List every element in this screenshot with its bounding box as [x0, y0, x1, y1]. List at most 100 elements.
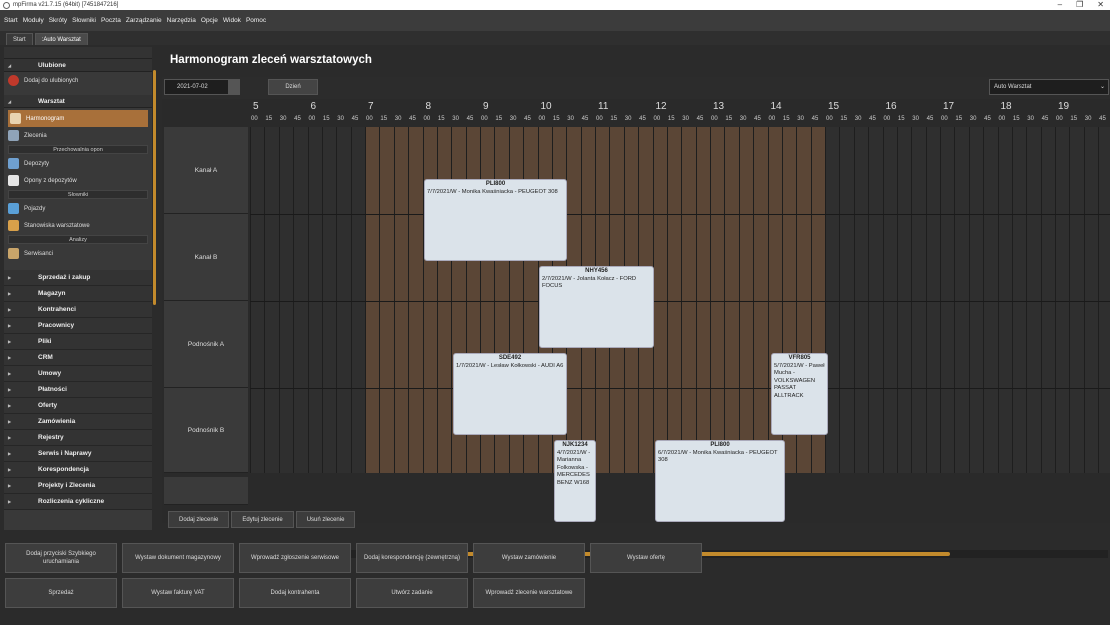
- add-order-button[interactable]: Dodaj zlecenie: [168, 511, 230, 528]
- sidebar-item-pojazdy[interactable]: Pojazdy: [4, 200, 152, 217]
- module-sprzedaz[interactable]: ▶ Sprzedaż i zakup: [4, 270, 152, 286]
- time-slot-column[interactable]: [997, 127, 1012, 473]
- time-slot-column[interactable]: [264, 127, 279, 473]
- time-slot-column[interactable]: [278, 127, 294, 473]
- time-slot-column[interactable]: [408, 127, 423, 473]
- time-slot-column[interactable]: [336, 127, 351, 473]
- time-slot-column[interactable]: [868, 127, 883, 473]
- issue-offer-button[interactable]: Wystaw ofertę: [590, 543, 702, 573]
- time-slot-column[interactable]: [1069, 127, 1084, 473]
- sidebar-item-opony[interactable]: Opony z depozytów: [4, 172, 152, 189]
- module-projekty[interactable]: ▶ Projekty i Zlecenia: [4, 478, 152, 494]
- issue-order-button[interactable]: Wystaw zamówienie: [473, 543, 585, 573]
- time-slot-column[interactable]: [983, 127, 998, 473]
- minimize-icon[interactable]: –: [1058, 0, 1062, 9]
- time-slot-column[interactable]: [954, 127, 969, 473]
- add-quick-buttons-button[interactable]: Dodaj przyciski Szybkiego uruchamiania: [5, 543, 117, 573]
- close-icon[interactable]: ✕: [1097, 0, 1104, 9]
- sidebar-item-serwisanci[interactable]: Serwisanci: [4, 245, 152, 262]
- day-view-button[interactable]: Dzień: [268, 79, 318, 95]
- module-zamowienia[interactable]: ▶ Zamówienia: [4, 414, 152, 430]
- menu-item[interactable]: Narzędzia: [167, 17, 196, 24]
- warehouse-document-button[interactable]: Wystaw dokument magazynowy: [122, 543, 234, 573]
- time-slot-column[interactable]: [853, 127, 869, 473]
- module-kontrahenci[interactable]: ▶ Kontrahenci: [4, 302, 152, 318]
- time-slot-column[interactable]: [753, 127, 768, 473]
- menu-item[interactable]: Skróty: [49, 17, 67, 24]
- time-slot-column[interactable]: [379, 127, 394, 473]
- sidebar-item-harmonogram[interactable]: Harmonogram: [8, 110, 148, 127]
- event-card[interactable]: SDE492 1/7/2021/W - Lesław Kołkowski - A…: [453, 353, 567, 435]
- sidebar-search[interactable]: [4, 47, 152, 59]
- delete-order-button[interactable]: Usuń zlecenie: [295, 511, 356, 528]
- event-card[interactable]: NHY456 2/7/2021/W - Jolanta Kołacz - FOR…: [539, 266, 654, 348]
- add-favorite-item[interactable]: Dodaj do ulubionych: [4, 72, 152, 89]
- time-slot-column[interactable]: [1026, 127, 1041, 473]
- time-slot-column[interactable]: [724, 127, 739, 473]
- time-slot-column[interactable]: [925, 127, 940, 473]
- sale-button[interactable]: Sprzedaż: [5, 578, 117, 608]
- maximize-icon[interactable]: ❐: [1076, 0, 1083, 9]
- time-slot-column[interactable]: [882, 127, 897, 473]
- time-slot-column[interactable]: [393, 127, 409, 473]
- event-card[interactable]: NJK1234 4/7/2021/W - Marianna Folkowska …: [554, 440, 596, 522]
- time-slot-column[interactable]: [681, 127, 696, 473]
- time-slot-column[interactable]: [652, 127, 667, 473]
- menu-item[interactable]: Poczta: [101, 17, 121, 24]
- module-oferty[interactable]: ▶ Oferty: [4, 398, 152, 414]
- event-card[interactable]: PLI800 6/7/2021/W - Monika Kwaśniacka - …: [655, 440, 785, 522]
- time-slot-column[interactable]: [710, 127, 725, 473]
- service-request-button[interactable]: Wprowadź zgłoszenie serwisowe: [239, 543, 351, 573]
- time-slot-column[interactable]: [896, 127, 912, 473]
- sidebar-scrollbar[interactable]: [153, 70, 156, 305]
- module-pliki[interactable]: ▶ Pliki: [4, 334, 152, 350]
- add-correspondence-button[interactable]: Dodaj korespondencję (zewnętrzną): [356, 543, 468, 573]
- time-slot-column[interactable]: [250, 127, 265, 473]
- module-platnosci[interactable]: ▶ Płatności: [4, 382, 152, 398]
- menu-item[interactable]: Pomoc: [246, 17, 266, 24]
- time-slot-column[interactable]: [1040, 127, 1055, 473]
- time-slot-column[interactable]: [1011, 127, 1027, 473]
- module-magazyn[interactable]: ▶ Magazyn: [4, 286, 152, 302]
- time-slot-column[interactable]: [666, 127, 682, 473]
- time-slot-column[interactable]: [321, 127, 337, 473]
- time-slot-column[interactable]: [365, 127, 380, 473]
- module-pracownicy[interactable]: ▶ Pracownicy: [4, 318, 152, 334]
- time-slot-column[interactable]: [293, 127, 308, 473]
- sidebar-item-stanowiska[interactable]: Stanowiska warsztatowe: [4, 217, 152, 234]
- menu-item[interactable]: Słowniki: [72, 17, 96, 24]
- module-korespondencja[interactable]: ▶ Korespondencja: [4, 462, 152, 478]
- time-slot-column[interactable]: [839, 127, 854, 473]
- add-contractor-button[interactable]: Dodaj kontrahenta: [239, 578, 351, 608]
- edit-order-button[interactable]: Edytuj zlecenie: [231, 511, 294, 528]
- time-cells[interactable]: [250, 127, 1110, 473]
- sidebar-item-zlecenia[interactable]: Zlecenia: [4, 127, 152, 144]
- module-rejestry[interactable]: ▶ Rejestry: [4, 430, 152, 446]
- time-slot-column[interactable]: [695, 127, 710, 473]
- tab-auto-warsztat[interactable]: :Auto Warsztat: [34, 33, 88, 45]
- event-card[interactable]: VFR805 5/7/2021/W - Paweł Mucha - VOLKSW…: [771, 353, 828, 435]
- menu-item[interactable]: Opcje: [201, 17, 218, 24]
- event-card[interactable]: PLI800 7/7/2021/W - Monika Kwaśniacka - …: [424, 179, 567, 261]
- module-umowy[interactable]: ▶ Umowy: [4, 366, 152, 382]
- module-serwis[interactable]: ▶ Serwis i Naprawy: [4, 446, 152, 462]
- calendar-dropdown-icon[interactable]: [228, 80, 240, 94]
- section-workshop[interactable]: ◢ Warsztat: [4, 95, 152, 108]
- tab-start[interactable]: Start: [6, 33, 33, 45]
- section-favorites[interactable]: ◢ Ulubione: [4, 59, 152, 72]
- menu-item[interactable]: Widok: [223, 17, 241, 24]
- time-slot-column[interactable]: [1055, 127, 1070, 473]
- module-crm[interactable]: ▶ CRM: [4, 350, 152, 366]
- time-slot-column[interactable]: [307, 127, 322, 473]
- time-slot-column[interactable]: [1098, 127, 1110, 473]
- time-slot-column[interactable]: [911, 127, 926, 473]
- create-task-button[interactable]: Utwórz zadanie: [356, 578, 468, 608]
- time-slot-column[interactable]: [350, 127, 365, 473]
- vat-invoice-button[interactable]: Wystaw fakturę VAT: [122, 578, 234, 608]
- time-slot-column[interactable]: [1083, 127, 1099, 473]
- menu-item[interactable]: Zarządzanie: [126, 17, 162, 24]
- workshop-order-button[interactable]: Wprowadź zlecenie warsztatowe: [473, 578, 585, 608]
- workshop-select[interactable]: Auto Warsztat ⌄: [989, 79, 1109, 95]
- time-slot-column[interactable]: [968, 127, 984, 473]
- menu-item[interactable]: Moduły: [23, 17, 44, 24]
